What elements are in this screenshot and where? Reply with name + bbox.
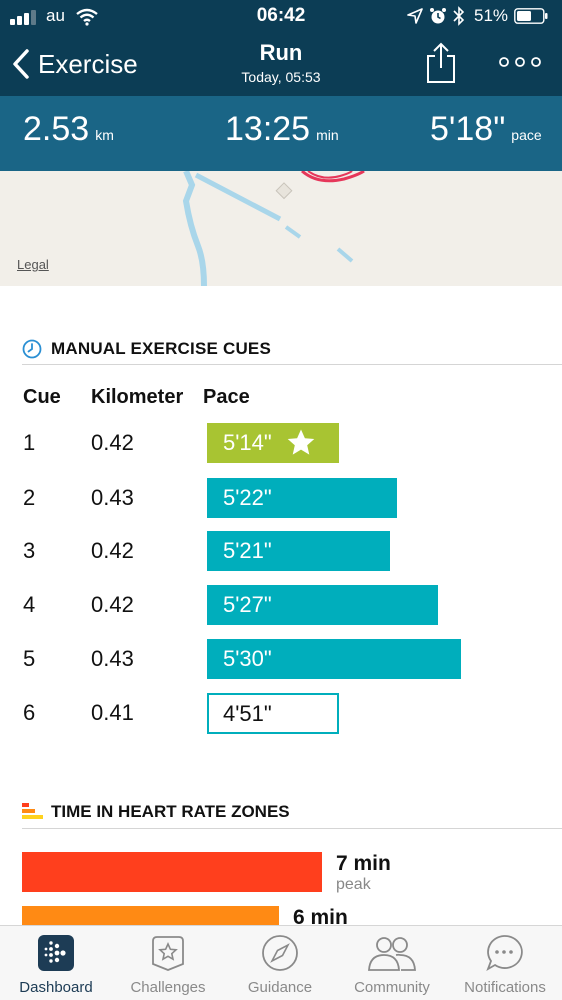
cue-row: 6 0.41 4'51" — [0, 693, 562, 734]
pace-value: 5'18" — [430, 110, 506, 148]
cues-section-title: MANUAL EXERCISE CUES — [51, 339, 271, 358]
pace-value: 5'27" — [223, 592, 272, 617]
page-subtitle: Today, 05:53 — [241, 69, 321, 85]
tab-label: Dashboard — [19, 979, 93, 996]
tab-dashboard[interactable]: Dashboard — [0, 926, 112, 1000]
pace-value: 5'14" — [223, 430, 272, 455]
clock-icon — [22, 339, 42, 359]
pace-bar: 5'14" — [207, 423, 339, 463]
more-icon[interactable] — [498, 50, 542, 74]
cue-row: 2 0.43 5'22" — [0, 478, 562, 518]
pace-value: 5'22" — [223, 485, 272, 510]
cue-kilometer: 0.42 — [91, 538, 134, 563]
tab-label: Notifications — [464, 979, 546, 996]
pace-stat: 5'18" pace — [430, 110, 542, 149]
tab-notifications[interactable]: Notifications — [448, 926, 562, 1000]
route-map[interactable]: Legal — [0, 171, 562, 286]
map-canvas — [182, 171, 365, 286]
distance-unit: km — [95, 127, 114, 143]
distance-value: 2.53 — [23, 110, 90, 148]
peak-zone-label: peak — [336, 876, 371, 893]
pace-bar: 5'22" — [207, 478, 397, 518]
cue-number: 5 — [23, 646, 36, 671]
divider — [22, 828, 562, 829]
battery-percent: 51% — [474, 6, 509, 25]
summary-stats: 2.53 km 13:25 min 5'18" pace — [0, 96, 562, 171]
pace-value: 5'21" — [223, 538, 272, 563]
compass-icon — [262, 935, 298, 971]
heart-rate-zones-icon — [22, 803, 43, 819]
tab-challenges[interactable]: Challenges — [112, 926, 224, 1000]
hr-zones-section-title: TIME IN HEART RATE ZONES — [51, 802, 290, 821]
kilometer-column-header: Kilometer — [91, 386, 184, 408]
distance-stat: 2.53 km — [23, 110, 114, 149]
community-people-icon — [368, 937, 416, 971]
cue-row: 1 0.42 5'14" — [0, 423, 562, 463]
tab-label: Community — [354, 979, 430, 996]
cue-number: 6 — [23, 700, 36, 725]
bluetooth-icon — [453, 6, 465, 26]
pace-bar: 4'51" — [207, 693, 339, 734]
cue-number: 1 — [23, 430, 36, 455]
app-header: au 06:42 51% Exercise Run Today, 05:53 — [0, 0, 562, 96]
pace-column-header: Pace — [203, 386, 250, 408]
tab-label: Challenges — [130, 979, 206, 996]
peak-zone-bar — [22, 852, 322, 892]
cue-kilometer: 0.42 — [91, 430, 134, 455]
cue-number: 2 — [23, 485, 36, 510]
cue-row: 5 0.43 5'30" — [0, 639, 562, 679]
cue-row: 4 0.42 5'27" — [0, 585, 562, 625]
tab-community[interactable]: Community — [336, 926, 448, 1000]
cue-column-header: Cue — [23, 386, 61, 408]
challenges-star-icon — [152, 936, 184, 971]
pace-unit: pace — [511, 127, 542, 143]
duration-unit: min — [316, 127, 339, 143]
peak-zone-value: 7 min — [336, 852, 391, 875]
cue-number: 3 — [23, 538, 36, 563]
cue-kilometer: 0.43 — [91, 485, 134, 510]
location-arrow-icon — [407, 8, 423, 24]
duration-stat: 13:25 min — [225, 110, 339, 149]
notifications-chat-icon — [486, 935, 523, 972]
cue-number: 4 — [23, 592, 36, 617]
divider — [22, 364, 562, 365]
star-icon — [287, 429, 315, 455]
tab-guidance[interactable]: Guidance — [224, 926, 336, 1000]
map-legal-link[interactable]: Legal — [17, 257, 49, 272]
tab-bar: Dashboard Challenges Guidance Community … — [0, 925, 562, 1000]
alarm-icon — [430, 8, 446, 24]
duration-value: 13:25 — [225, 110, 311, 148]
pace-bar: 5'21" — [207, 531, 390, 571]
cue-row: 3 0.42 5'21" — [0, 531, 562, 571]
pace-value: 5'30" — [223, 646, 272, 671]
pace-bar: 5'30" — [207, 639, 461, 679]
page-title: Run — [259, 40, 303, 65]
tab-label: Guidance — [247, 979, 313, 996]
pace-bar: 5'27" — [207, 585, 438, 625]
pace-value: 4'51" — [223, 700, 272, 726]
status-bar: au 06:42 51% — [0, 0, 562, 34]
battery-icon — [514, 8, 548, 24]
cue-kilometer: 0.41 — [91, 700, 134, 725]
share-icon[interactable] — [424, 42, 458, 84]
dashboard-icon — [38, 935, 74, 971]
cue-kilometer: 0.43 — [91, 646, 134, 671]
cue-kilometer: 0.42 — [91, 592, 134, 617]
